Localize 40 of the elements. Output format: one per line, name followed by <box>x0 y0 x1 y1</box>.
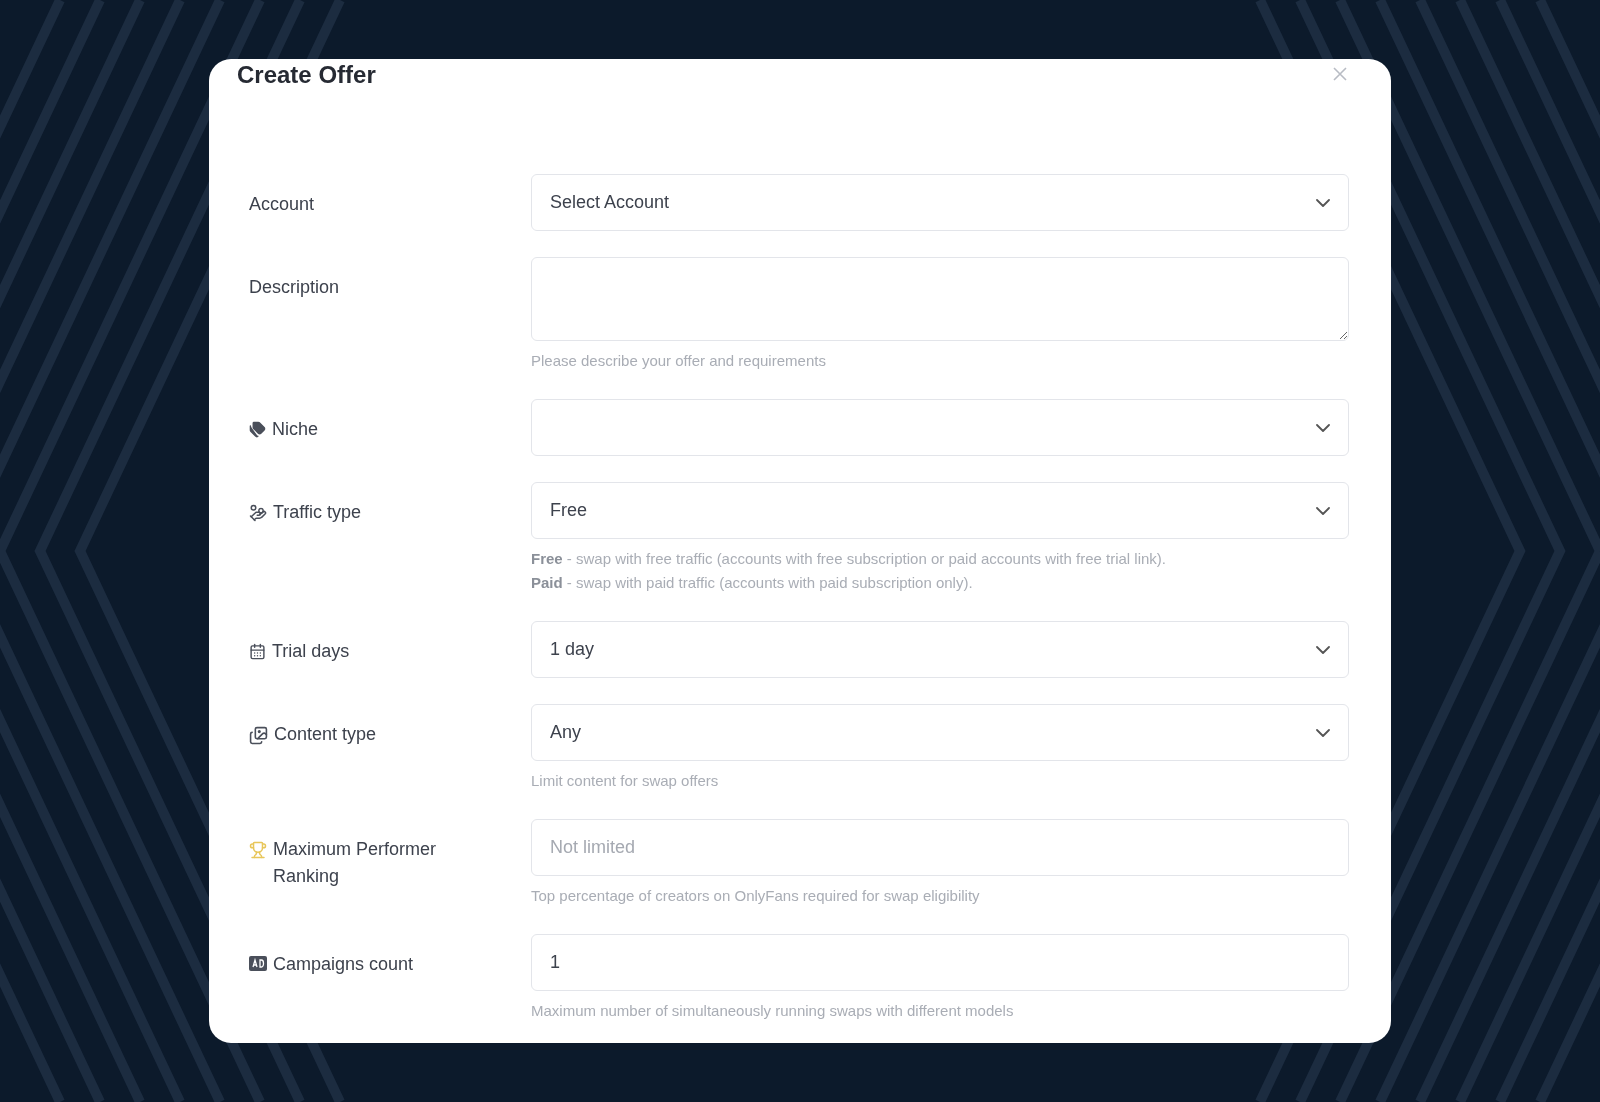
field-label: Content type <box>274 723 377 746</box>
select-value: 1 day <box>550 639 595 660</box>
field-hint: Please describe your offer and requirements <box>531 351 827 371</box>
field-label: Campaigns count <box>273 953 414 976</box>
select-field[interactable] <box>531 399 1349 456</box>
select-field[interactable]: Any <box>531 704 1349 761</box>
select-value: Select Account <box>550 192 670 213</box>
trophy-icon <box>249 841 267 859</box>
select-field[interactable]: Select Account <box>531 174 1349 231</box>
ad-badge-icon <box>249 956 267 971</box>
field-label: Traffic type <box>273 501 362 524</box>
hand-coin-icon <box>249 504 267 522</box>
chevron-down-icon <box>1316 423 1330 432</box>
field-label: Trial days <box>272 640 350 663</box>
chevron-down-icon <box>1316 728 1330 737</box>
input-field[interactable]: Not limited <box>531 819 1349 876</box>
field-hint: Free - swap with free traffic (accounts with free subscription or paid accounts with free trial link). <box>531 549 1167 569</box>
field-hint: Limit content for swap offers <box>531 771 720 791</box>
field-hint: Top percentage of creators on OnlyFans required for swap eligibility <box>531 886 981 906</box>
select-field[interactable]: Free <box>531 482 1349 539</box>
chevron-down-icon <box>1316 645 1330 654</box>
select-value: Free <box>550 500 587 521</box>
field-label: Maximum Performer Ranking <box>273 838 438 888</box>
images-icon <box>249 726 268 745</box>
dialog-title: Create Offer <box>237 61 376 89</box>
select-field[interactable]: 1 day <box>531 621 1349 678</box>
field-label: Niche <box>272 418 319 441</box>
field-label: Account <box>249 193 315 216</box>
close-icon <box>1333 67 1347 81</box>
field-hint: Paid - swap with paid traffic (accounts with paid subscription only). <box>531 573 974 593</box>
calendar-icon <box>249 643 266 660</box>
chevron-down-icon <box>1316 506 1330 515</box>
field-hint: Maximum number of simultaneously running swaps with different models <box>531 1001 1015 1021</box>
close-button[interactable] <box>1331 65 1349 83</box>
description-field[interactable] <box>531 257 1349 341</box>
chevron-down-icon <box>1316 198 1330 207</box>
select-value: Any <box>550 722 582 743</box>
field-label: Description <box>249 276 340 299</box>
input-field[interactable]: 1 <box>531 934 1349 991</box>
tags-icon <box>249 421 266 438</box>
